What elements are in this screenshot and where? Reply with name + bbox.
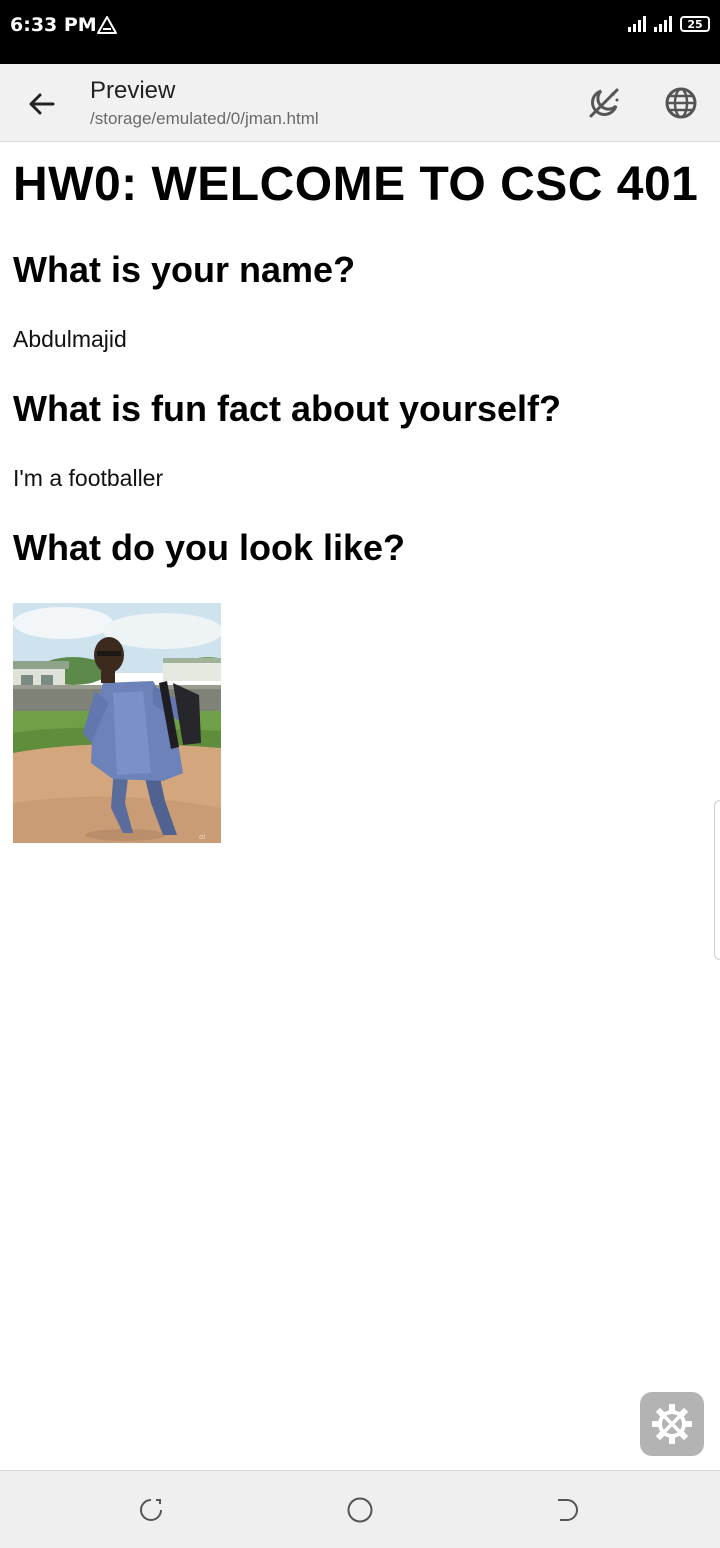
navigation-bar (0, 1470, 720, 1548)
night-mode-button[interactable] (583, 82, 625, 124)
answer-name: Abdulmajid (13, 326, 127, 352)
settings-tools-icon (652, 1404, 692, 1444)
back-icon (558, 1499, 578, 1521)
recents-icon (140, 1499, 162, 1521)
signal-icon (654, 16, 672, 32)
status-time: 6:33 PM (10, 14, 97, 36)
night-mode-icon (589, 88, 619, 118)
warning-triangle-icon (97, 16, 117, 34)
open-in-browser-button[interactable] (660, 82, 702, 124)
page-heading: HW0: WELCOME TO CSC 401 (13, 158, 699, 211)
app-bar: Preview /storage/emulated/0/jman.html (0, 64, 720, 142)
home-icon (347, 1497, 373, 1523)
signal-icon (628, 16, 646, 32)
back-button[interactable] (22, 84, 62, 124)
page-content: HW0: WELCOME TO CSC 401 What is your nam… (0, 143, 720, 1469)
status-indicators: 25 (628, 16, 710, 32)
recents-button[interactable] (136, 1495, 166, 1525)
question-appearance: What do you look like? (13, 527, 406, 568)
file-path: /storage/emulated/0/jman.html (90, 109, 319, 128)
answer-fun-fact: I'm a footballer (13, 465, 164, 491)
app-title: Preview (90, 77, 176, 104)
globe-icon (665, 87, 697, 119)
battery-level: 25 (687, 17, 703, 31)
edge-panel-handle[interactable] (714, 800, 720, 960)
question-name: What is your name? (13, 249, 356, 290)
back-arrow-icon (29, 93, 55, 115)
status-bar: 6:33 PM 25 (0, 0, 720, 64)
question-fun-fact: What is fun fact about yourself? (13, 388, 562, 429)
battery-icon: 25 (680, 16, 710, 32)
svg-text:oi: oi (199, 833, 205, 841)
nav-back-button[interactable] (552, 1495, 582, 1525)
profile-photo: oi (13, 603, 221, 843)
tools-floating-button[interactable] (640, 1392, 704, 1456)
home-button[interactable] (345, 1495, 375, 1525)
